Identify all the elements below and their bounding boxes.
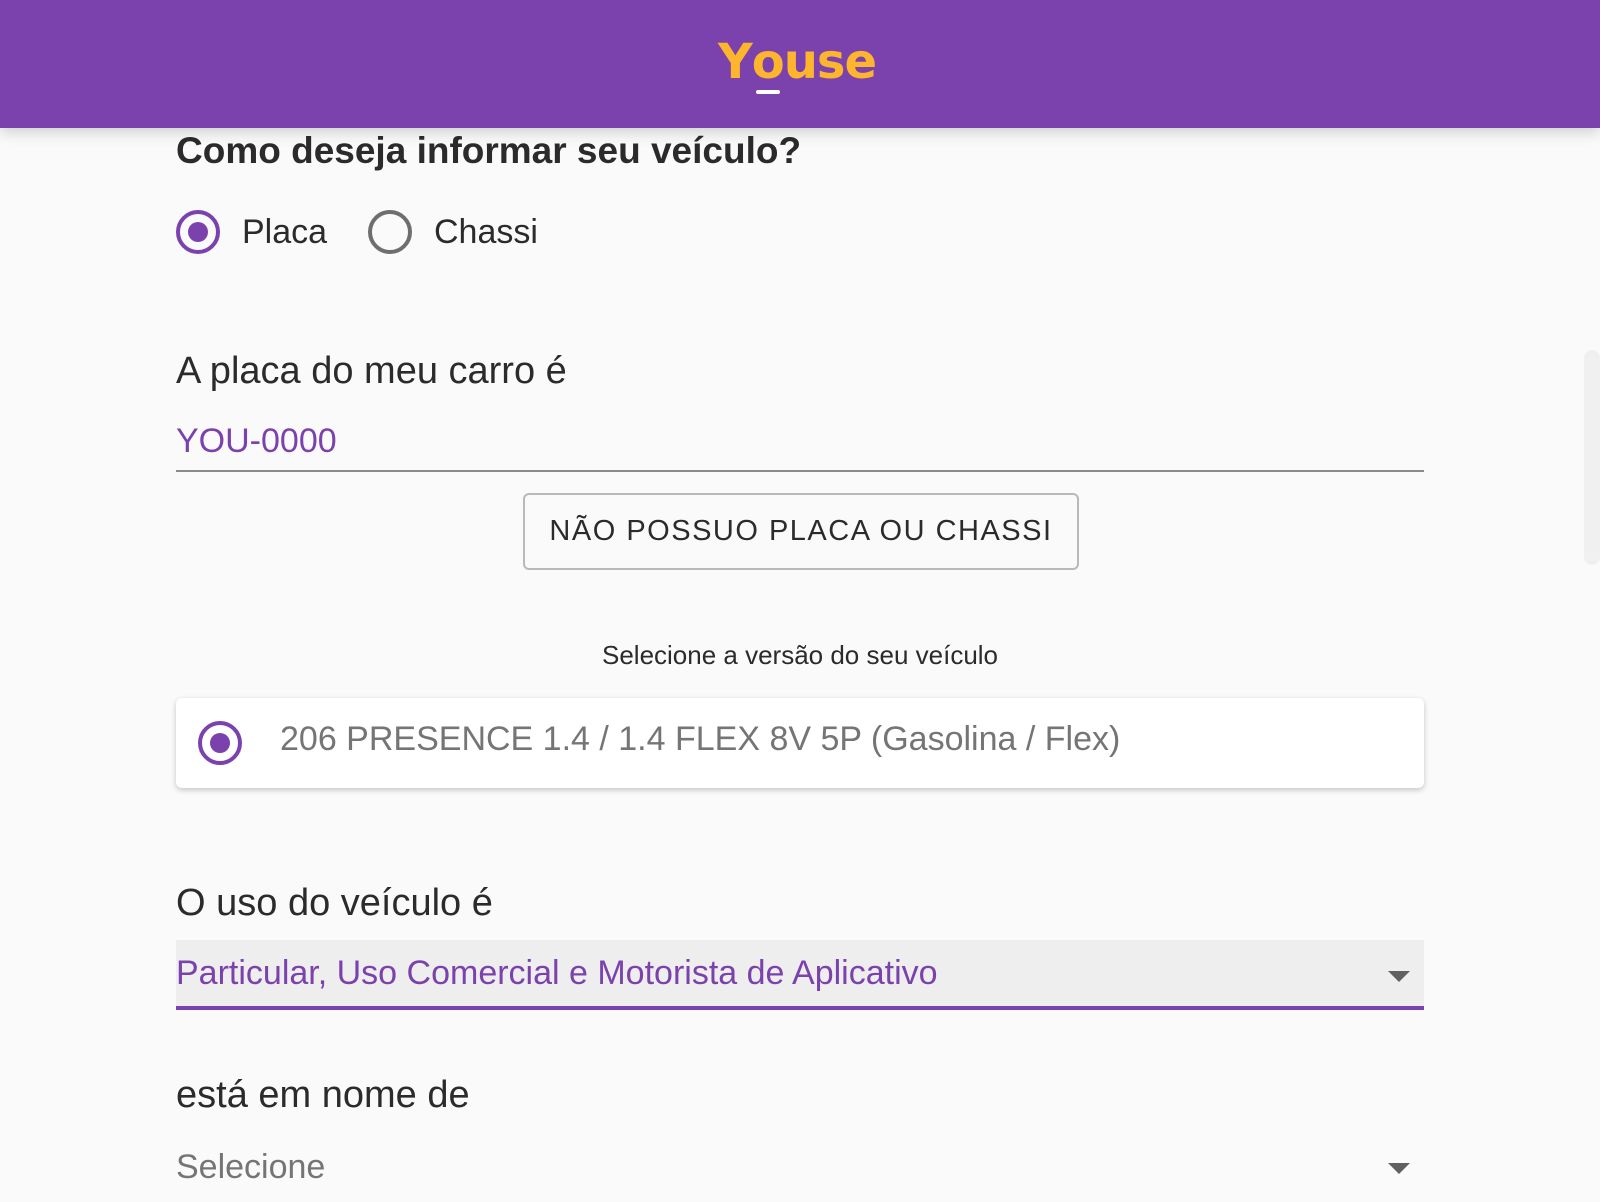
radio-checked-icon [198,721,242,765]
owner-select-value: Selecione [176,1147,326,1186]
usage-select[interactable]: Particular, Uso Comercial e Motorista de… [176,940,1424,1010]
scrollbar-track[interactable] [1584,350,1600,565]
usage-select-value: Particular, Uso Comercial e Motorista de… [176,953,938,992]
version-option-label: 206 PRESENCE 1.4 / 1.4 FLEX 8V 5P (Gasol… [280,720,1121,758]
identify-question: Como deseja informar seu veículo? [176,130,802,171]
radio-chassi-label: Chassi [434,212,538,251]
youse-logo[interactable]: Youse [718,34,877,94]
radio-unchecked-icon [368,210,412,254]
logo-letters-use: use [783,34,877,90]
radio-placa[interactable]: Placa [176,207,327,257]
radio-chassi[interactable]: Chassi [368,207,538,257]
plate-input[interactable] [176,408,1424,472]
logo-letter-y: Y [718,34,753,90]
dropdown-arrow-icon [1388,1163,1410,1174]
radio-checked-icon [176,210,220,254]
version-option-card[interactable]: 206 PRESENCE 1.4 / 1.4 FLEX 8V 5P (Gasol… [176,698,1424,788]
owner-label: está em nome de [176,1074,470,1116]
app-header: Youse [0,0,1600,128]
logo-letter-o: o [751,34,785,94]
version-hint: Selecione a versão do seu veículo [601,640,999,670]
owner-select[interactable]: Selecione [176,1132,1424,1202]
radio-placa-label: Placa [242,212,328,251]
no-plate-button[interactable]: NÃO POSSUO PLACA OU CHASSI [523,493,1079,570]
usage-label: O uso do veículo é [176,882,493,924]
dropdown-arrow-icon [1388,971,1410,982]
plate-label: A placa do meu carro é [176,350,567,392]
